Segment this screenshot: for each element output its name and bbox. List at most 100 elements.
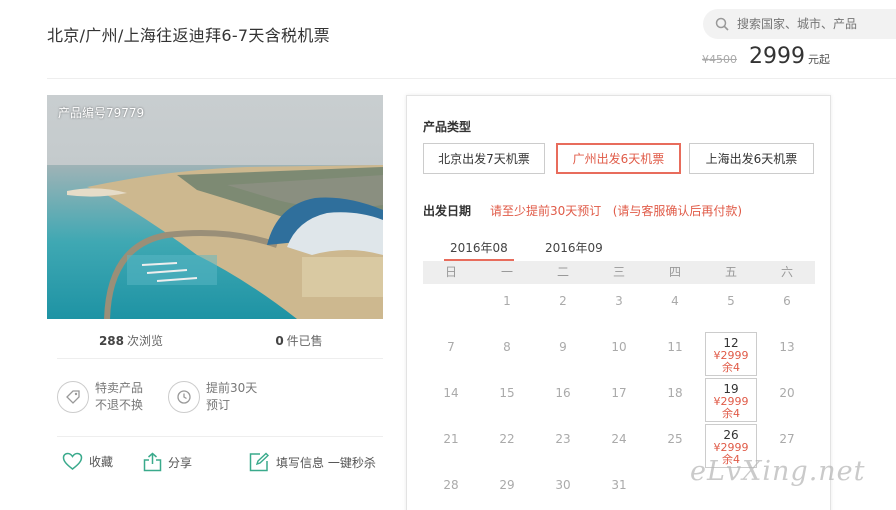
day-number: 7 [447,340,455,354]
day-number: 17 [611,386,627,400]
heart-icon [62,452,83,470]
share-label: 分享 [168,455,193,470]
day-number: 18 [667,386,683,400]
calendar-weekday-header: 日一二三四五六 [423,261,815,284]
calendar-week-row: 1 2 3 4 5 6 [423,284,815,330]
calendar-week-row: 14 15 16 17 18 19 ¥2999 余4 20 [423,376,815,422]
day-number: 5 [727,294,735,308]
dubai-coast-image [47,95,383,319]
badge-line2: 不退不换 [95,398,144,412]
header-divider [47,78,896,79]
calendar-day [423,284,479,330]
calendar-day: 6 [759,284,815,330]
day-number: 20 [779,386,795,400]
type-option-beijing[interactable]: 北京出发7天机票 [423,143,545,174]
badge-special-sale: 特卖产品 不退不换 [57,380,143,414]
day-number: 28 [443,478,459,492]
day-number: 23 [555,432,571,446]
share-icon [143,452,162,472]
calendar-day-available[interactable]: 12 ¥2999 余4 [703,330,759,376]
calendar-day: 3 [591,284,647,330]
day-remaining: 余4 [722,407,740,420]
day-number: 3 [615,294,623,308]
type-option-guangzhou[interactable]: 广州出发6天机票 [556,143,681,174]
day-number: 21 [443,432,459,446]
day-number: 16 [555,386,571,400]
sold-count: 0 [275,334,284,348]
badge-text: 特卖产品 不退不换 [95,380,143,414]
calendar-day: 20 [759,376,815,422]
calendar-day: 30 [535,468,591,510]
weekday-label: 六 [780,265,793,279]
badge-line2: 预订 [206,398,231,412]
day-number: 15 [499,386,515,400]
day-number: 27 [779,432,795,446]
day-number: 10 [611,340,627,354]
views-label: 次浏览 [127,334,164,348]
calendar-day: 17 [591,376,647,422]
search-box[interactable] [703,9,896,39]
calendar-day: 2 [535,284,591,330]
calendar-day: 1 [479,284,535,330]
calendar-day: 24 [591,422,647,468]
day-number: 6 [783,294,791,308]
tag-icon [57,381,89,413]
favorite-label: 收藏 [89,455,114,469]
views-stat: 288 次浏览 [47,332,215,349]
day-number: 26 [723,428,739,442]
day-number: 8 [503,340,511,354]
day-number: 22 [499,432,515,446]
page-title: 北京/广州/上海往返迪拜6-7天含税机票 [47,26,330,45]
calendar-day: 8 [479,330,535,376]
calendar-day: 13 [759,330,815,376]
calendar-day: 5 [703,284,759,330]
calendar-day: 31 [591,468,647,510]
calendar-day: 4 [647,284,703,330]
sold-label: 件已售 [286,334,323,348]
calendar-day: 11 [647,330,703,376]
day-number: 29 [499,478,515,492]
calendar-day: 16 [535,376,591,422]
fill-info-button[interactable]: 填写信息 一键秒杀 [249,452,376,472]
weekday-label: 五 [724,265,737,279]
search-icon[interactable] [715,17,729,31]
day-number: 11 [667,340,683,354]
weekday-label: 一 [500,265,513,279]
weekday-label: 四 [668,265,681,279]
current-price: 2999 [749,44,805,69]
calendar-week-row: 7 8 9 10 11 12 ¥2999 余4 13 [423,330,815,376]
day-number: 13 [779,340,795,354]
search-input[interactable] [737,17,887,31]
day-number: 4 [671,294,679,308]
calendar-day: 22 [479,422,535,468]
product-id-label: 产品编号79779 [58,106,145,120]
page: 北京/广州/上海往返迪拜6-7天含税机票 ¥4500 2999 元起 [0,0,896,510]
day-number: 19 [723,382,739,396]
day-number: 30 [555,478,571,492]
booking-note: 请至少提前30天预订 (请与客服确认后再付款) [490,204,743,218]
month-tab-sep[interactable]: 2016年09 [545,239,603,256]
weekday-label: 三 [612,265,625,279]
day-number: 12 [723,336,739,350]
type-option-shanghai[interactable]: 上海出发6天机票 [689,143,814,174]
day-number: 25 [667,432,683,446]
calendar-day: 15 [479,376,535,422]
favorite-button[interactable]: 收藏 [62,452,113,471]
calendar-day-available[interactable]: 19 ¥2999 余4 [703,376,759,422]
share-button[interactable]: 分享 [143,452,192,472]
calendar-day: 18 [647,376,703,422]
calendar-day: 10 [591,330,647,376]
weekday-label: 二 [556,265,569,279]
old-price: ¥4500 [702,53,737,66]
price-row: ¥4500 2999 元起 [702,44,830,69]
fill-info-label: 填写信息 一键秒杀 [276,455,376,470]
month-tab-aug[interactable]: 2016年08 [444,239,514,261]
day-number: 9 [559,340,567,354]
price-unit: 元起 [808,53,830,66]
booking-panel: 产品类型 北京出发7天机票 广州出发6天机票 上海出发6天机票 出发日期 请至少… [406,95,831,510]
calendar-day: 28 [423,468,479,510]
product-type-label: 产品类型 [423,120,472,134]
clock-icon [168,381,200,413]
sold-stat: 0 件已售 [215,332,383,349]
day-number: 31 [611,478,627,492]
